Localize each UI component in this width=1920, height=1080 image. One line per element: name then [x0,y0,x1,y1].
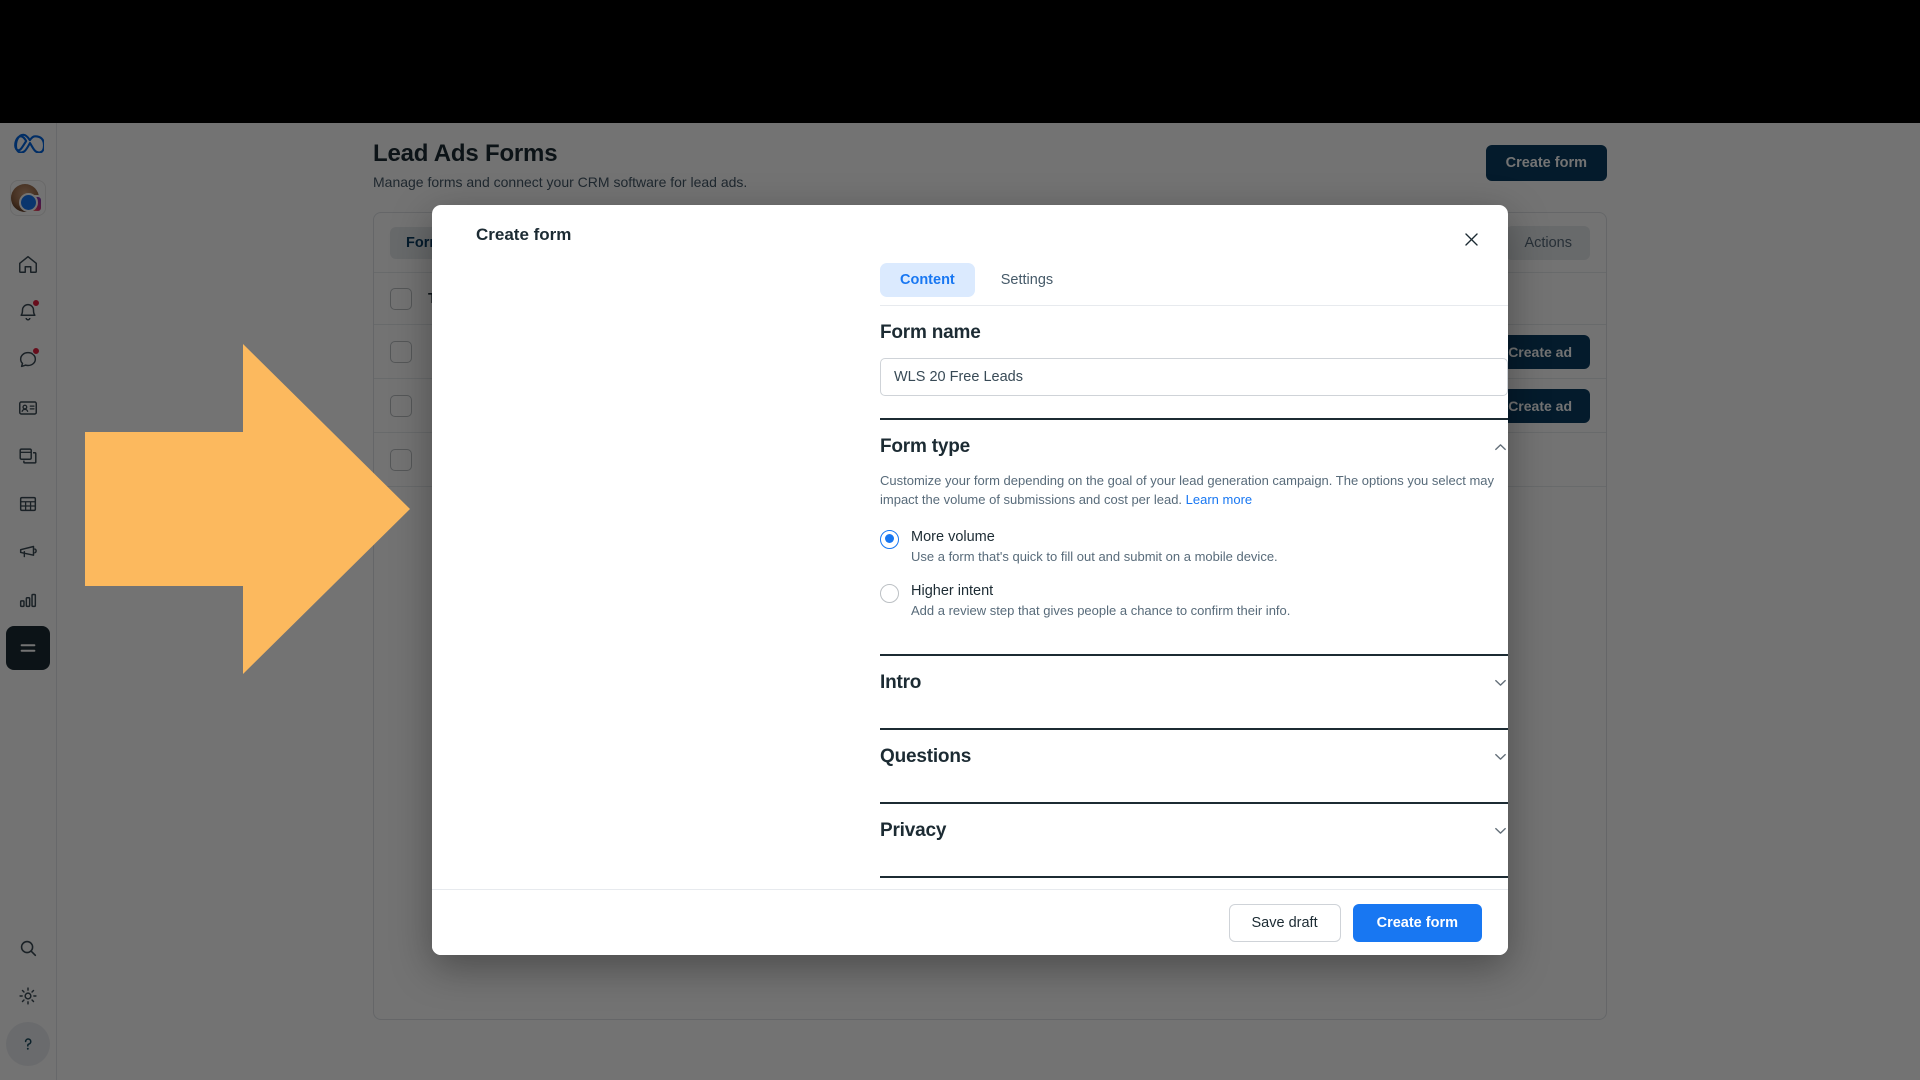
section-form-type-header[interactable]: Form type [880,420,1508,470]
chevron-down-icon [1495,680,1506,687]
form-name-input[interactable] [880,358,1508,396]
chevron-down-icon [1495,754,1506,761]
section-intro-label: Intro [880,671,922,693]
section-questions-header[interactable]: Questions [880,730,1508,780]
radio-option-more-volume[interactable]: More volume Use a form that's quick to f… [880,529,1508,564]
create-form-modal: Create form Content Settings Form name F… [432,205,1508,955]
form-type-description: Customize your form depending on the goa… [880,472,1508,510]
modal-title: Create form [476,225,572,244]
close-icon[interactable] [1454,222,1488,256]
chevron-up-icon [1495,443,1506,450]
form-editor-column: Form name Form type Customize your form … [880,306,1508,898]
learn-more-link[interactable]: Learn more [1186,492,1252,507]
section-privacy-label: Privacy [880,819,947,841]
form-type-heading: Form type [880,436,971,457]
radio-higher-intent-label: Higher intent [911,582,994,599]
radio-more-volume-description: Use a form that's quick to fill out and … [911,548,1278,564]
modal-tabs: Content Settings [880,263,1073,297]
create-form-submit-button[interactable]: Create form [1352,903,1482,942]
section-privacy-header[interactable]: Privacy [880,804,1508,854]
screen: Lead Ads Forms Manage forms and connect … [0,0,1920,1080]
section-questions-label: Questions [880,745,972,767]
annotation-arrow [85,344,410,674]
save-draft-button[interactable]: Save draft [1228,903,1341,942]
tab-content[interactable]: Content [880,263,975,297]
radio-higher-intent[interactable] [880,583,899,603]
section-form-type-body: Customize your form depending on the goa… [880,472,1508,632]
radio-option-higher-intent[interactable]: Higher intent Add a review step that giv… [880,583,1508,618]
radio-more-volume[interactable] [880,529,899,549]
section-intro-header[interactable]: Intro [880,656,1508,706]
tab-settings[interactable]: Settings [981,263,1073,297]
modal-footer: Save draft Create form [432,889,1508,955]
form-name-heading: Form name [880,322,981,343]
radio-more-volume-label: More volume [911,528,995,545]
radio-higher-intent-description: Add a review step that gives people a ch… [911,602,1291,618]
chevron-down-icon [1495,828,1506,835]
